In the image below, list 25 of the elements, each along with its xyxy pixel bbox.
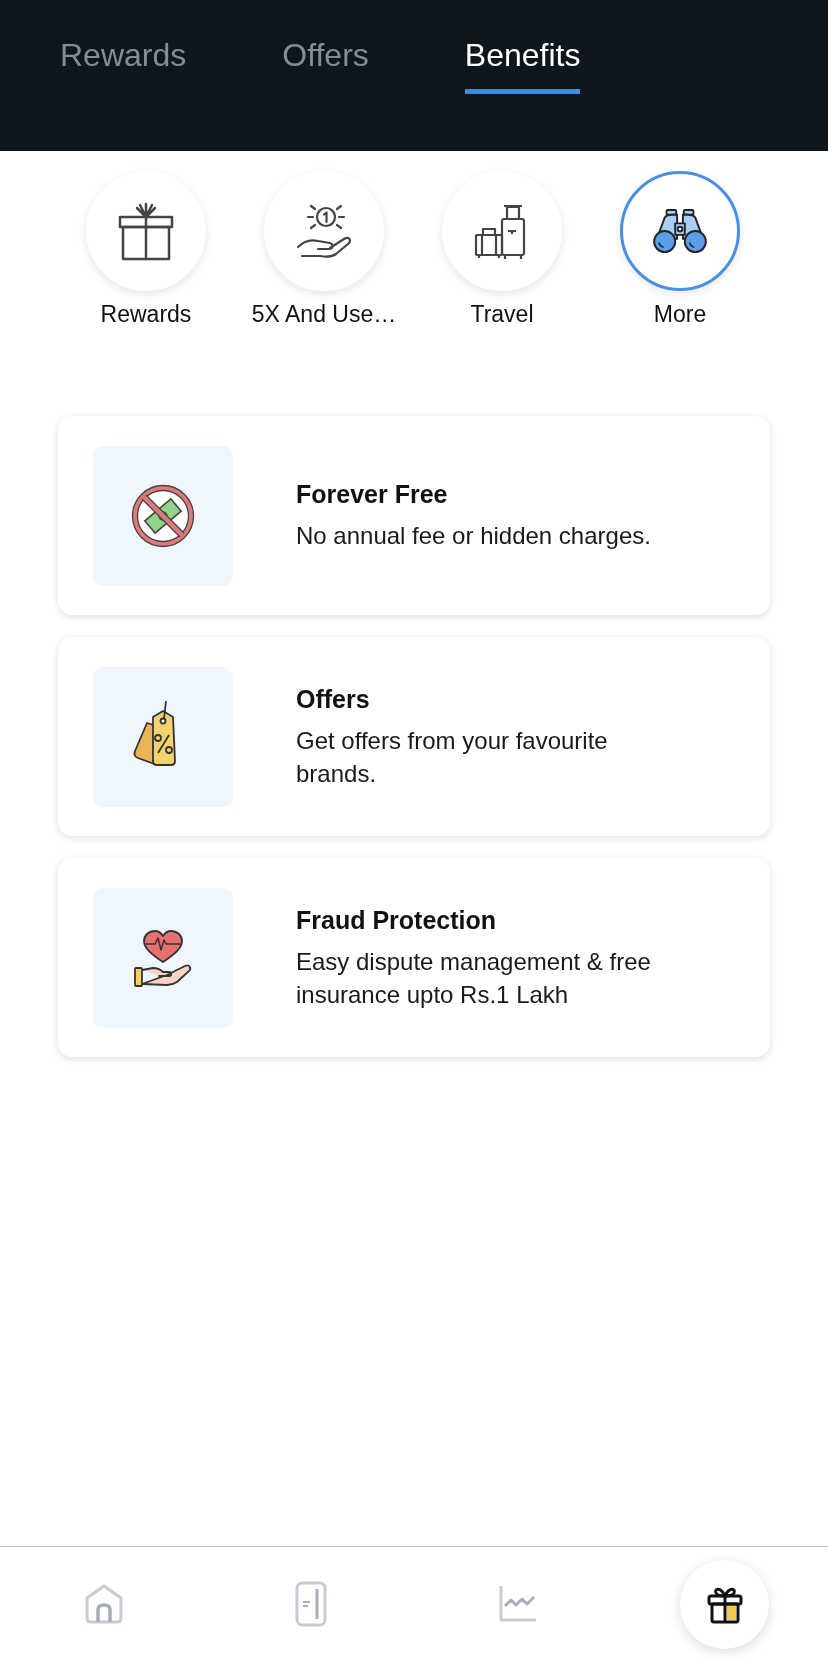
benefit-card[interactable]: Fraud Protection Easy dispute management & free insurance upto Rs.1 Lakh — [58, 858, 770, 1057]
nav-button[interactable] — [680, 1559, 769, 1649]
benefit-description: No annual fee or hidden charges. — [296, 521, 652, 551]
benefit-card[interactable]: Forever Free No annual fee or hidden charges. — [58, 416, 770, 615]
benefit-description: Easy dispute management & free insurance upto Rs.1 Lakh — [296, 946, 652, 1010]
heart-in-hand-icon — [93, 887, 233, 1028]
header-tab[interactable]: Rewards — [60, 36, 187, 94]
card-icon — [294, 1581, 327, 1627]
price-tag-icon — [93, 666, 233, 807]
chart-icon — [498, 1585, 537, 1623]
header-tab[interactable]: Offers — [282, 36, 369, 94]
header-tab[interactable]: Benefits — [464, 36, 581, 94]
benefit-description: Get offers from your favourite brands. — [296, 725, 609, 789]
benefit-title: Fraud Protection — [296, 904, 497, 935]
binoculars-icon — [651, 208, 709, 254]
crossed-out-money-icon — [93, 445, 233, 586]
home-icon — [83, 1583, 124, 1625]
benefit-card[interactable]: Offers Get offers from your favourite brands. — [58, 637, 770, 836]
benefit-title: Forever Free — [296, 479, 449, 509]
category-label: 5X And Use… — [251, 301, 397, 328]
category-label: Rewards — [100, 301, 192, 328]
gift-icon — [116, 201, 176, 261]
category-label: More — [653, 301, 707, 328]
benefit-title: Offers — [296, 683, 371, 714]
category-label: Travel — [470, 301, 534, 328]
